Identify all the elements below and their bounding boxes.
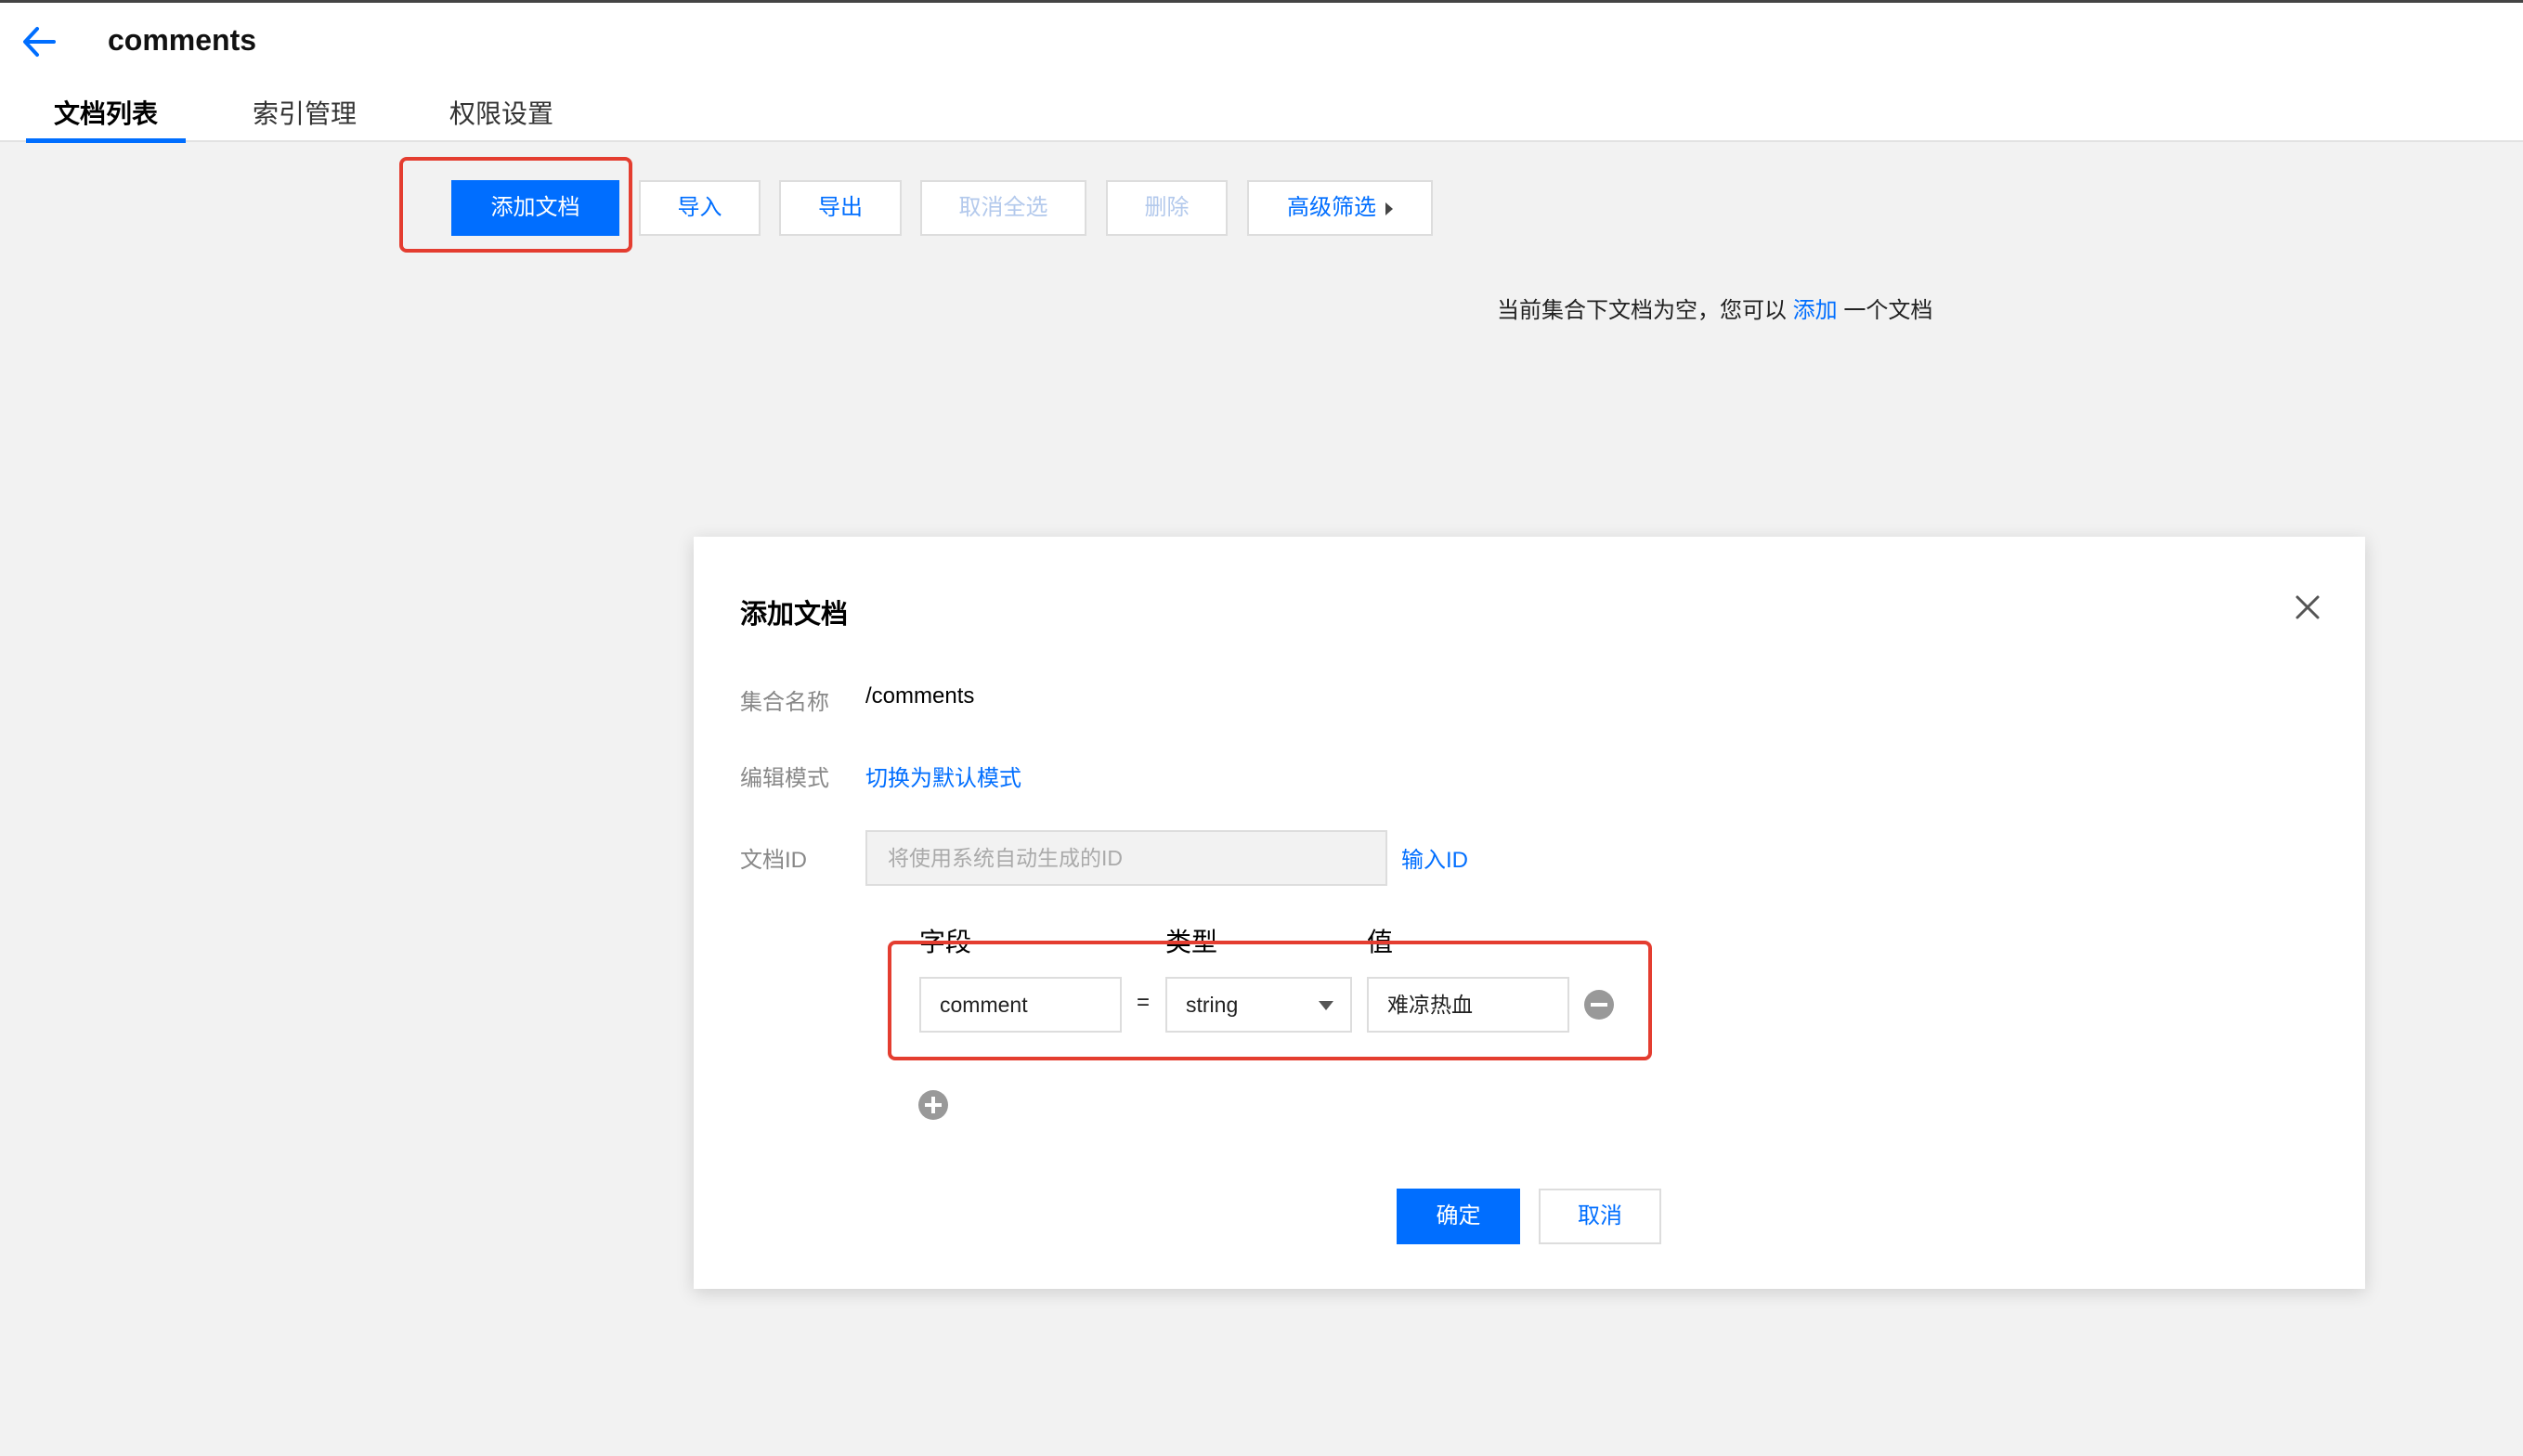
caret-down-icon xyxy=(1319,1001,1333,1010)
document-id-label: 文档ID xyxy=(740,848,807,873)
type-select-value: string xyxy=(1186,993,1239,1017)
import-button[interactable]: 导入 xyxy=(639,180,761,236)
collection-name-value: /comments xyxy=(865,683,975,708)
field-name-input[interactable]: comment xyxy=(919,977,1122,1033)
confirm-button[interactable]: 确定 xyxy=(1397,1189,1520,1244)
deselect-all-button[interactable]: 取消全选 xyxy=(920,180,1086,236)
caret-right-icon xyxy=(1385,202,1393,215)
empty-state-prefix: 当前集合下文档为空，您可以 xyxy=(1497,298,1793,323)
field-column-header: 字段 xyxy=(919,928,972,956)
page-header: comments 文档列表 索引管理 权限设置 xyxy=(0,0,2523,143)
value-column-header: 值 xyxy=(1367,928,1394,956)
equals-sign: = xyxy=(1137,990,1151,1015)
minus-circle-icon[interactable] xyxy=(1583,989,1615,1020)
empty-state-message: 当前集合下文档为空，您可以 添加 一个文档 xyxy=(1497,292,1932,324)
delete-button[interactable]: 删除 xyxy=(1106,180,1228,236)
back-arrow-icon[interactable] xyxy=(20,23,58,60)
advanced-filter-button[interactable]: 高级筛选 xyxy=(1247,180,1433,236)
close-icon[interactable] xyxy=(2293,592,2322,622)
plus-circle-icon[interactable] xyxy=(917,1089,949,1121)
page-title: comments xyxy=(108,23,257,57)
empty-state-add-link[interactable]: 添加 xyxy=(1793,298,1838,323)
advanced-filter-label: 高级筛选 xyxy=(1287,195,1376,220)
cancel-button[interactable]: 取消 xyxy=(1539,1189,1661,1244)
tab-index-management[interactable]: 索引管理 xyxy=(240,96,370,143)
field-value-input[interactable]: 难凉热血 xyxy=(1367,977,1569,1033)
export-button[interactable]: 导出 xyxy=(779,180,902,236)
add-document-dialog: 添加文档 集合名称 /comments 编辑模式 切换为默认模式 文档ID 将使… xyxy=(694,537,2365,1289)
collection-name-label: 集合名称 xyxy=(740,690,829,715)
tab-document-list[interactable]: 文档列表 xyxy=(26,96,186,143)
tab-permission-settings[interactable]: 权限设置 xyxy=(436,96,566,143)
type-column-header: 类型 xyxy=(1165,928,1218,956)
type-select[interactable]: string xyxy=(1165,977,1352,1033)
empty-state-suffix: 一个文档 xyxy=(1837,298,1933,323)
document-id-input[interactable]: 将使用系统自动生成的ID xyxy=(865,830,1387,886)
dialog-title: 添加文档 xyxy=(740,600,849,630)
edit-mode-label: 编辑模式 xyxy=(740,766,829,791)
add-document-button[interactable]: 添加文档 xyxy=(451,180,619,236)
enter-id-link[interactable]: 输入ID xyxy=(1401,841,1468,874)
switch-mode-link[interactable]: 切换为默认模式 xyxy=(865,760,1021,792)
